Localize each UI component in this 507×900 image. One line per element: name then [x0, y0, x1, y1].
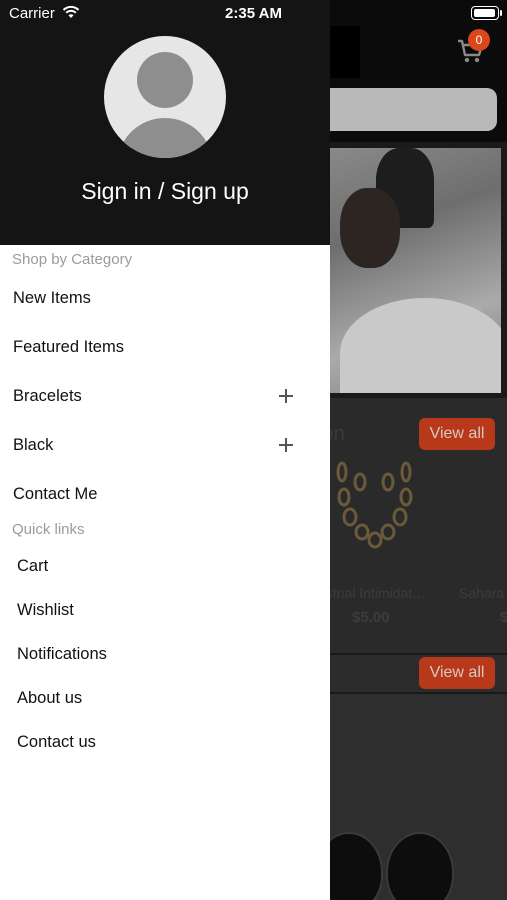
view-all-button[interactable]: View all [419, 418, 495, 450]
quick-link-about-us[interactable]: About us [17, 678, 307, 718]
quick-link-cart[interactable]: Cart [17, 546, 307, 586]
category-bracelets[interactable]: Bracelets [13, 376, 313, 416]
status-bar: Carrier 2:35 AM [0, 0, 507, 28]
category-label: Contact Me [13, 485, 98, 503]
drawer-header: Sign in / Sign up [0, 0, 330, 245]
view-all-button[interactable]: View all [419, 657, 495, 689]
category-contact-me[interactable]: Contact Me [13, 474, 313, 514]
product-image[interactable] [330, 452, 420, 562]
quick-link-label: Contact us [17, 733, 96, 751]
banner-dress [340, 298, 501, 393]
category-label: Bracelets [13, 387, 82, 405]
avatar-body [117, 118, 213, 158]
product-name[interactable]: Sahara [459, 585, 504, 601]
quick-link-label: Cart [17, 557, 49, 575]
promo-banner[interactable] [300, 148, 501, 393]
expand-plus-icon[interactable] [279, 438, 293, 452]
category-new-items[interactable]: New Items [13, 278, 313, 318]
category-label: New Items [13, 289, 91, 307]
banner-model [340, 188, 400, 268]
quick-link-contact-us[interactable]: Contact us [17, 722, 307, 762]
category-featured-items[interactable]: Featured Items [13, 327, 313, 367]
quick-link-label: Wishlist [17, 601, 74, 619]
quick-link-label: About us [17, 689, 83, 707]
product-price: $ [500, 609, 507, 626]
category-black[interactable]: Black [13, 425, 313, 465]
clock: 2:35 AM [225, 5, 282, 22]
quick-links-heading: Quick links [12, 521, 85, 538]
cart-count-badge: 0 [468, 29, 490, 51]
battery-tip [500, 10, 502, 16]
quick-link-wishlist[interactable]: Wishlist [17, 590, 307, 630]
product-name[interactable]: ustrial Intimidat… [318, 585, 426, 601]
side-drawer: Sign in / Sign up Shop by Category New I… [0, 0, 330, 900]
category-label: Featured Items [13, 338, 124, 356]
product-price: $5.00 [352, 609, 390, 626]
quick-link-notifications[interactable]: Notifications [17, 634, 307, 674]
quick-link-label: Notifications [17, 645, 107, 663]
expand-plus-icon[interactable] [279, 389, 293, 403]
category-label: Black [13, 436, 54, 454]
avatar-head [137, 52, 193, 108]
shop-by-category-heading: Shop by Category [12, 251, 133, 268]
battery-icon [471, 6, 499, 20]
signin-button[interactable]: Sign in / Sign up [0, 178, 330, 205]
avatar[interactable] [104, 36, 226, 158]
